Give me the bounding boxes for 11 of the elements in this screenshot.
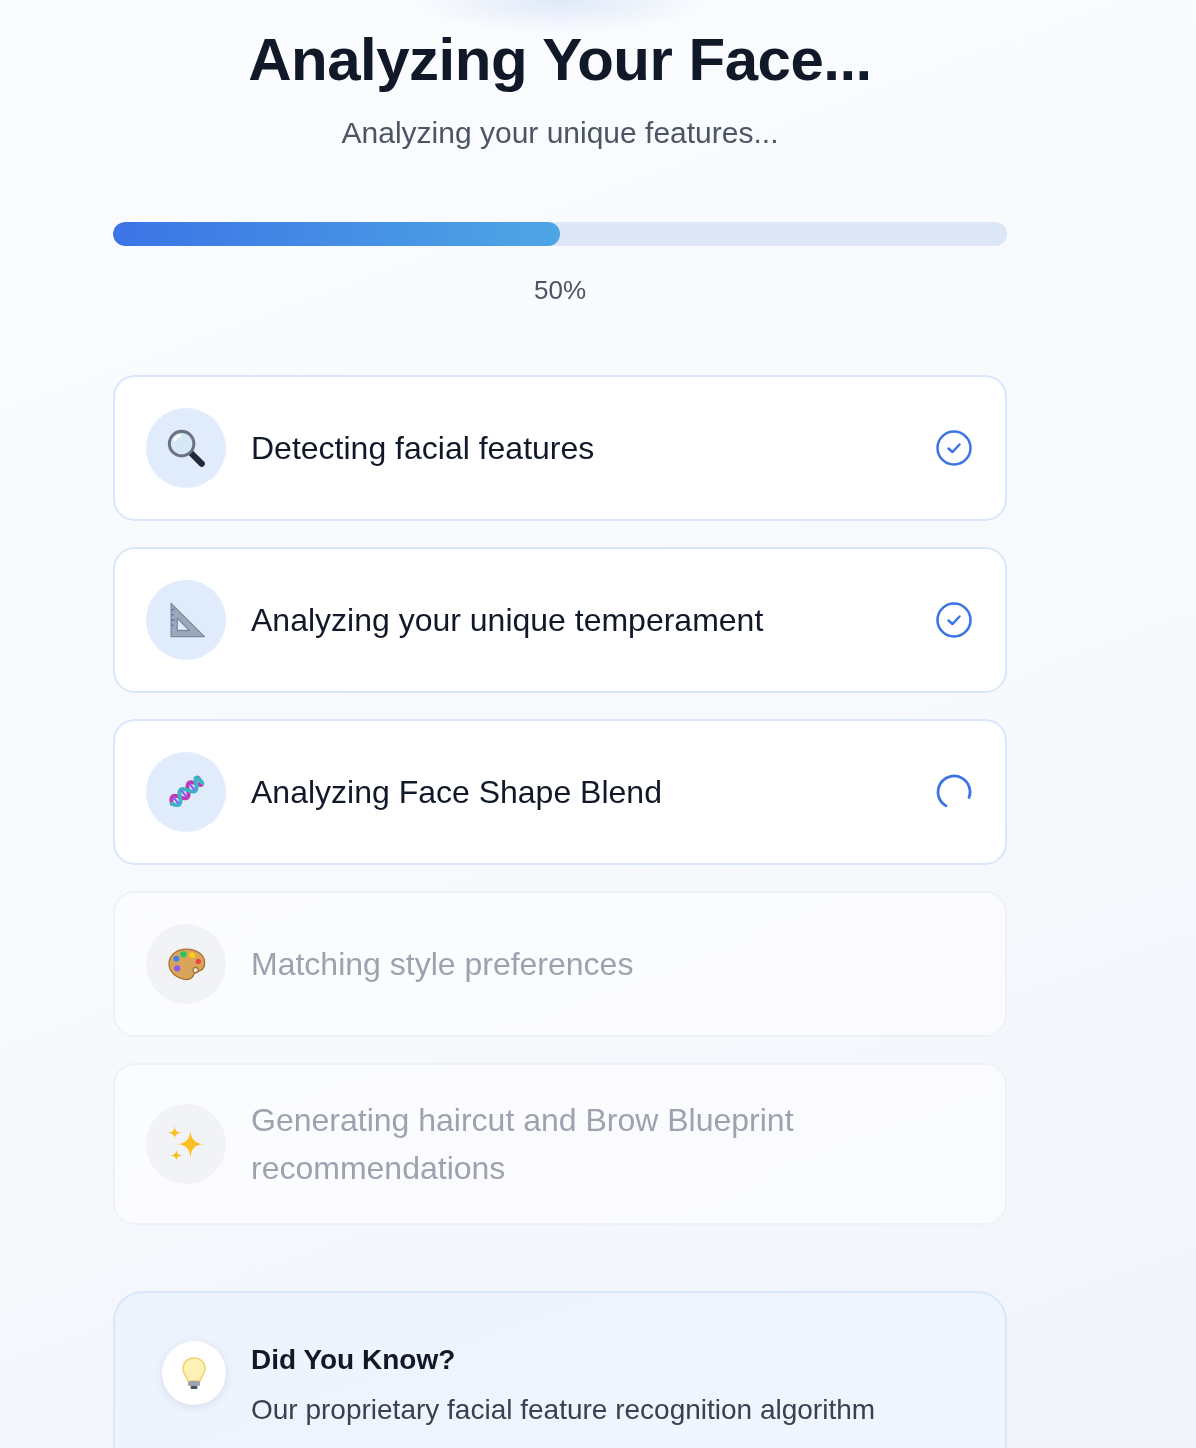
page-title: Analyzing Your Face... bbox=[248, 25, 872, 95]
step-label: Generating haircut and Brow Blueprint recommendations bbox=[251, 1101, 795, 1188]
lightbulb-icon bbox=[162, 1341, 226, 1405]
step-label: Matching style preferences bbox=[251, 945, 635, 984]
tip-text: Our proprietary facial feature recognition algorithm bbox=[251, 1393, 876, 1427]
step-label: Analyzing Face Shape Blend bbox=[251, 773, 663, 812]
step-label: Detecting facial features bbox=[251, 429, 596, 468]
tip-title: Did You Know? bbox=[251, 1343, 457, 1377]
progress-percent: 50% bbox=[533, 274, 586, 306]
page-subtitle: Analyzing your unique features... bbox=[341, 115, 779, 151]
step-label: Analyzing your unique temperament bbox=[251, 601, 765, 640]
